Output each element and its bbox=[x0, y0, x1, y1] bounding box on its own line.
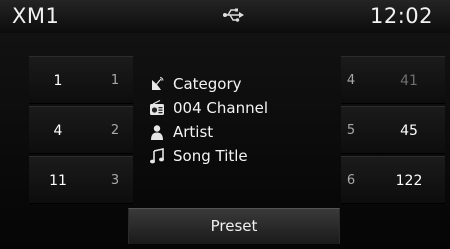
preset-number: 1 bbox=[110, 73, 120, 88]
music-note-icon bbox=[150, 148, 164, 164]
preset-list-left: 1 1 4 2 11 3 bbox=[29, 56, 133, 206]
status-bar: XM1 12:02 bbox=[0, 0, 450, 33]
preset-number: 3 bbox=[110, 173, 120, 188]
preset-row[interactable]: 11 3 bbox=[29, 156, 133, 204]
category-row: Category bbox=[149, 74, 329, 96]
preset-number: 5 bbox=[346, 123, 356, 138]
preset-channel: 4 bbox=[53, 123, 63, 139]
preset-number: 6 bbox=[346, 173, 356, 188]
source-label: XM1 bbox=[12, 4, 60, 28]
xm-radio-screen: XM1 12:02 1 1 4 2 11 3 4 41 5 45 6 122 C… bbox=[0, 0, 450, 249]
preset-channel: 11 bbox=[49, 173, 67, 189]
preset-row[interactable]: 6 122 bbox=[341, 156, 445, 204]
preset-row[interactable]: 1 1 bbox=[29, 56, 133, 104]
channel-text: 004 Channel bbox=[173, 99, 268, 117]
preset-number: 2 bbox=[110, 123, 120, 138]
preset-row[interactable]: 4 2 bbox=[29, 106, 133, 154]
person-icon bbox=[151, 125, 163, 140]
radio-icon bbox=[150, 100, 164, 115]
preset-channel: 122 bbox=[395, 173, 423, 189]
preset-number: 4 bbox=[346, 73, 356, 88]
artist-text: Artist bbox=[173, 123, 214, 141]
usb-icon bbox=[223, 8, 244, 22]
antenna-icon bbox=[152, 77, 164, 90]
preset-row[interactable]: 5 45 bbox=[341, 106, 445, 154]
preset-button[interactable]: Preset bbox=[128, 208, 340, 244]
preset-row[interactable]: 4 41 bbox=[341, 56, 445, 104]
category-text: Category bbox=[173, 75, 242, 93]
song-title-text: Song Title bbox=[173, 147, 248, 165]
preset-channel: 1 bbox=[53, 73, 63, 89]
preset-channel: 41 bbox=[400, 73, 418, 89]
channel-row: 004 Channel bbox=[149, 98, 329, 120]
artist-row: Artist bbox=[149, 122, 329, 144]
clock: 12:02 bbox=[370, 4, 434, 28]
preset-channel: 45 bbox=[400, 123, 418, 139]
channel-info: Category 004 Channel Artist Song Title bbox=[149, 74, 329, 170]
song-row: Song Title bbox=[149, 146, 329, 168]
preset-list-right: 4 41 5 45 6 122 bbox=[341, 56, 445, 206]
